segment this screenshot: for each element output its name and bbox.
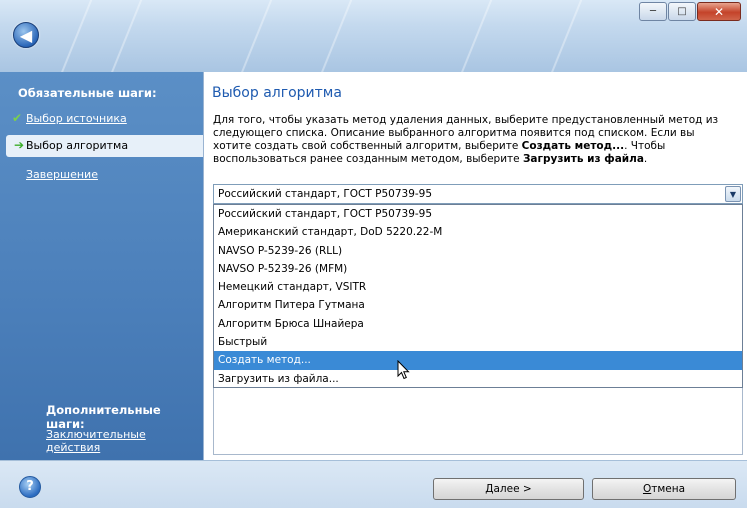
titlebar-decoration [443,0,499,72]
dropdown-option[interactable]: Алгоритм Питера Гутмана [214,296,742,314]
current-step-arrow-icon: ➔ [14,138,25,152]
titlebar-decoration [303,0,359,72]
algorithm-select[interactable]: Российский стандарт, ГОСТ Р50739-95 ▼ [213,184,743,204]
help-icon: ? [26,479,34,494]
footer-bar: ? Далее > Отмена [0,460,747,508]
title-bar: ─ □ ✕ ◀ [0,0,747,72]
mouse-cursor-icon [397,360,410,380]
dropdown-option[interactable]: Американский стандарт, DoD 5220.22-M [214,223,742,241]
optional-steps-heading: Дополнительные шаги: [46,403,161,431]
next-accesskey: Д [485,483,494,495]
close-button[interactable]: ✕ [697,2,741,21]
dropdown-option[interactable]: Быстрый [214,333,742,351]
sidebar-item-algorithm[interactable]: ➔ Выбор алгоритма [6,135,203,157]
check-icon: ✔ [12,111,23,125]
next-button[interactable]: Далее > [433,478,584,500]
algorithm-dropdown-list: Российский стандарт, ГОСТ Р50739-95 Амер… [213,204,743,388]
close-icon: ✕ [713,4,725,19]
algorithm-select-value: Российский стандарт, ГОСТ Р50739-95 [218,188,433,200]
cancel-label: тмена [651,483,686,495]
minimize-button[interactable]: ─ [639,2,667,21]
desc-bold-create: Создать метод... [521,140,625,152]
sidebar-item-final-actions[interactable]: Заключительные действия [46,428,166,454]
dropdown-option[interactable]: Загрузить из файла... [214,370,742,388]
help-button[interactable]: ? [19,476,41,498]
next-label: алее > [493,483,532,495]
maximize-button[interactable]: □ [668,2,696,21]
dropdown-option[interactable]: Алгоритм Брюса Шнайера [214,315,742,333]
dropdown-option[interactable]: Немецкий стандарт, VSITR [214,278,742,296]
back-arrow-icon: ◀ [19,25,33,45]
cancel-accesskey: О [642,483,652,495]
main-panel: Выбор алгоритма Для того, чтобы указать … [203,72,747,460]
titlebar-decoration [223,0,279,72]
sidebar-item-label: Выбор алгоритма [26,139,129,152]
titlebar-decoration [93,0,149,72]
required-steps-heading: Обязательные шаги: [18,86,157,100]
page-title: Выбор алгоритма [212,85,342,101]
instructions-text: Для того, чтобы указать метод удаления д… [213,114,735,166]
window-controls: ─ □ ✕ [638,2,741,21]
back-button[interactable]: ◀ [13,22,39,48]
dropdown-option-selected[interactable]: Создать метод... [214,351,742,370]
minimize-icon: ─ [649,6,657,17]
maximize-icon: □ [677,6,687,17]
desc-bold-load: Загрузить из файла [522,153,644,165]
algorithm-description-box [213,388,743,455]
titlebar-decoration [533,0,589,72]
dropdown-option[interactable]: Российский стандарт, ГОСТ Р50739-95 [214,205,742,223]
wizard-sidebar: Обязательные шаги: ✔ Выбор источника ➔ В… [0,72,203,460]
dropdown-option[interactable]: NAVSO P-5239-26 (MFM) [214,260,742,278]
titlebar-decoration [43,0,99,72]
sidebar-item-finish[interactable]: Завершение [26,168,98,181]
cancel-button[interactable]: Отмена [592,478,736,500]
dropdown-option[interactable]: NAVSO P-5239-26 (RLL) [214,242,742,260]
desc-part: . [643,153,648,165]
chevron-down-icon[interactable]: ▼ [725,186,741,202]
sidebar-item-source[interactable]: Выбор источника [26,112,127,125]
